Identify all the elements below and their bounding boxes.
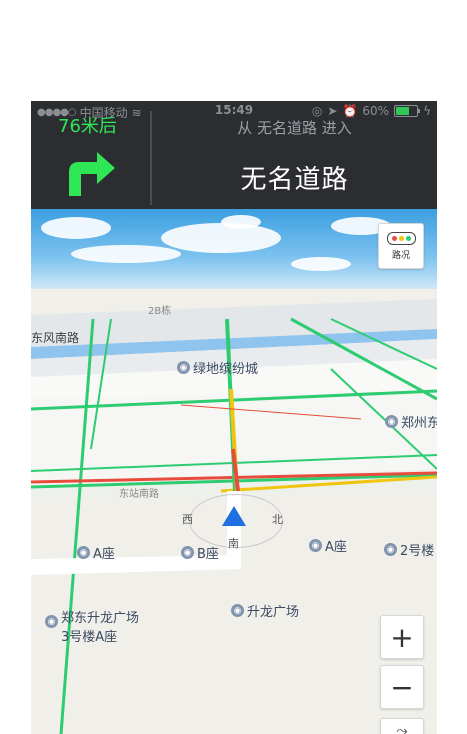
poi-b-building[interactable]: ◉ B座 — [181, 543, 219, 562]
map-view[interactable]: 2B栋 东风南路 ◉ 绿地缤纷城 东站南路 ◉ 郑州东 西 北 南 ◉ A座 ◉… — [31, 209, 437, 734]
building-icon: ◉ — [45, 615, 58, 628]
building-icon: ◉ — [231, 604, 244, 617]
shopping-icon: ◉ — [177, 361, 190, 374]
poi-zhengzhou-east[interactable]: ◉ 郑州东 — [385, 412, 437, 431]
turn-distance: 76米后 — [58, 116, 117, 137]
zoom-out-button[interactable]: − — [380, 665, 424, 709]
current-location-arrow-icon — [222, 506, 246, 526]
poi-a-building-right[interactable]: ◉ A座 — [309, 536, 347, 555]
navigation-header: ●●●●○ 中国移动 ≋ 15:49 ◎ ➤ ⏰ 60% ϟ 76米后 从 无名… — [31, 101, 437, 209]
location-icon: ➤ — [327, 104, 338, 118]
phone-screen: ●●●●○ 中国移动 ≋ 15:49 ◎ ➤ ⏰ 60% ϟ 76米后 从 无名… — [31, 101, 437, 734]
route-overview-button[interactable]: ⤳ — [380, 718, 424, 734]
label-2b-building: 2B栋 — [148, 306, 172, 317]
poi-green-city[interactable]: ◉ 绿地缤纷城 — [177, 358, 258, 377]
traffic-label: 路况 — [391, 250, 410, 261]
alarm-icon: ⏰ — [342, 104, 358, 118]
building-icon: ◉ — [181, 546, 194, 559]
turn-right-arrow-icon — [69, 152, 115, 196]
building-icon: ◉ — [77, 546, 90, 559]
building-icon: ◉ — [309, 539, 322, 552]
building-icon: ◉ — [384, 543, 397, 556]
poi-a-building-left[interactable]: ◉ A座 — [77, 543, 115, 562]
station-icon: ◉ — [385, 415, 398, 428]
battery-icon — [394, 105, 421, 117]
lock-rotation-icon: ◎ — [311, 104, 323, 118]
next-road-name: 无名道路 — [240, 165, 349, 195]
charging-icon: ϟ — [423, 104, 431, 118]
traffic-toggle-button[interactable]: 路况 — [378, 223, 424, 269]
label-east-station-south-road: 东站南路 — [119, 489, 159, 500]
status-right: ◎ ➤ ⏰ 60% ϟ — [312, 104, 431, 118]
poi-shenglong-plaza[interactable]: ◉ 升龙广场 — [231, 601, 299, 620]
traffic-light-icon — [386, 231, 416, 245]
poi-zhengdong-shenglong[interactable]: ◉ 郑东升龙广场 3号楼A座 — [45, 607, 139, 645]
battery-percent: 60% — [362, 104, 390, 118]
label-dongfeng-south-road: 东风南路 — [31, 331, 80, 345]
route-icon: ⤳ — [396, 723, 408, 734]
from-road-text: 从 无名道路 进入 — [237, 119, 352, 137]
zoom-in-button[interactable]: + — [380, 615, 424, 659]
road-network — [31, 299, 437, 734]
poi-building-2[interactable]: ◉ 2号楼 — [384, 540, 434, 559]
